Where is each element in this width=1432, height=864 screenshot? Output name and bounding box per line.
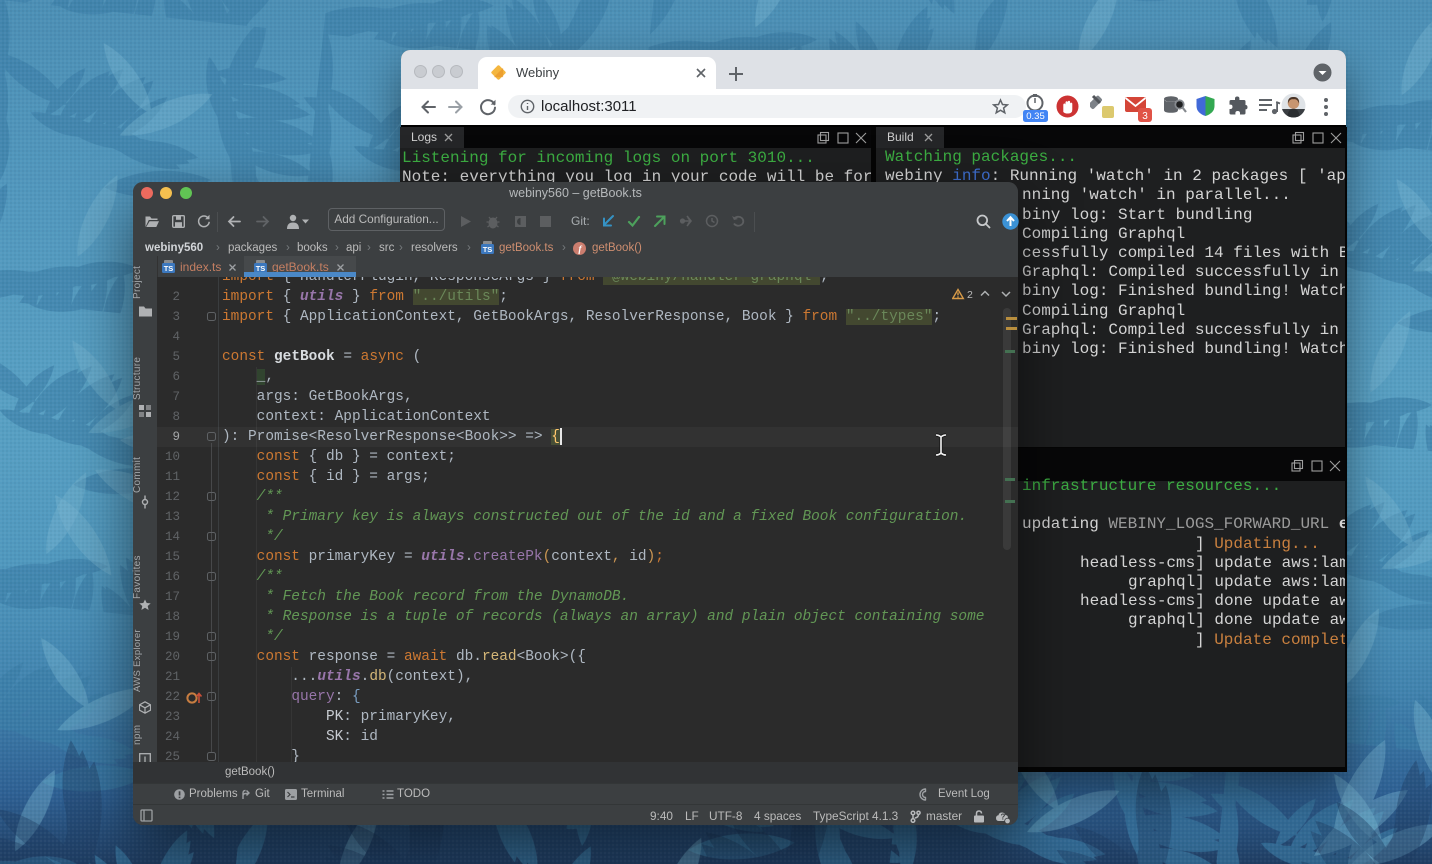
svg-text:3: 3 bbox=[1142, 111, 1148, 122]
svg-text:2: 2 bbox=[967, 289, 973, 300]
svg-text:0.35: 0.35 bbox=[1026, 111, 1045, 122]
svg-text:TS: TS bbox=[483, 245, 493, 254]
svg-text:TS: TS bbox=[164, 264, 174, 273]
